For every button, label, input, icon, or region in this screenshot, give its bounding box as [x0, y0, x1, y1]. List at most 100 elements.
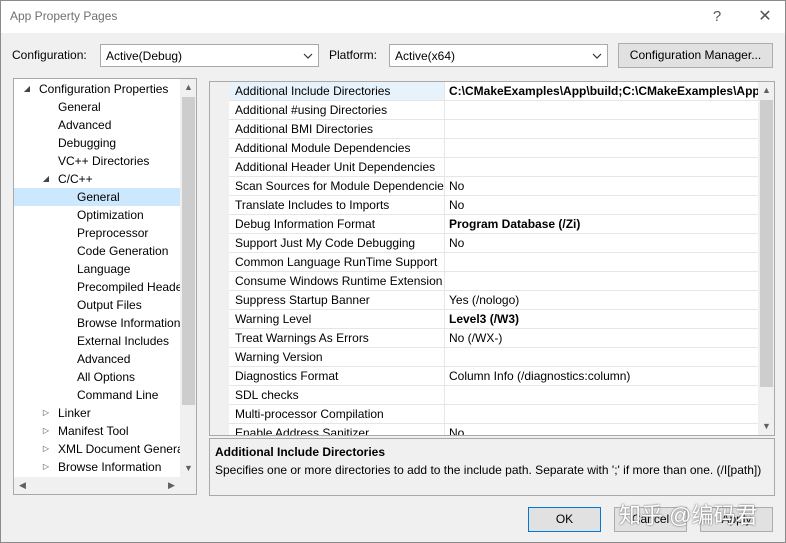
property-row[interactable]: Common Language RunTime Support [229, 253, 759, 272]
property-row[interactable]: Multi-processor Compilation [229, 405, 759, 424]
property-name: Additional BMI Directories [229, 120, 445, 138]
tree-item[interactable]: Command Line [14, 386, 181, 404]
tree-item[interactable]: Advanced [14, 350, 181, 368]
property-name: Multi-processor Compilation [229, 405, 445, 423]
property-value[interactable] [445, 386, 759, 404]
property-pages-dialog: App Property Pages ? ✕ Configuration: Ac… [0, 0, 786, 543]
property-value[interactable]: No [445, 424, 759, 435]
property-value[interactable]: Level3 (/W3) [445, 310, 759, 328]
property-row[interactable]: Additional Include Directories C:\CMakeEx… [229, 82, 759, 101]
tree-item[interactable]: Optimization [14, 206, 181, 224]
tree-item-label: General [77, 190, 120, 204]
chevron-down-icon [592, 53, 602, 59]
tree-horizontal-scrollbar[interactable]: ◀ ▶ [14, 477, 196, 494]
property-value[interactable]: Yes (/nologo) [445, 291, 759, 309]
tree-item[interactable]: General [14, 98, 181, 116]
tree-item-label: Advanced [58, 118, 112, 132]
scroll-thumb[interactable] [182, 97, 195, 405]
scroll-down-icon[interactable]: ▼ [758, 418, 774, 435]
property-name: Additional Include Directories [229, 82, 445, 100]
property-value[interactable] [445, 101, 759, 119]
tree-item[interactable]: Advanced [14, 116, 181, 134]
property-row[interactable]: Additional Module Dependencies [229, 139, 759, 158]
grid-gutter [210, 82, 229, 435]
property-value[interactable] [445, 272, 759, 290]
tree-item[interactable]: Browse Information [14, 314, 181, 332]
close-button[interactable]: ✕ [753, 6, 777, 28]
property-row[interactable]: Diagnostics Format Column Info (/diagnost… [229, 367, 759, 386]
property-value[interactable] [445, 139, 759, 157]
collapsed-arrow-icon[interactable]: ▷ [41, 458, 51, 476]
property-row[interactable]: Translate Includes to Imports No [229, 196, 759, 215]
tree-item[interactable]: ▷ Linker [14, 404, 181, 422]
property-name: Debug Information Format [229, 215, 445, 233]
property-value[interactable] [445, 120, 759, 138]
scroll-down-icon[interactable]: ▼ [180, 460, 196, 477]
tree-item-label: Debugging [58, 136, 117, 150]
scroll-up-icon[interactable]: ▲ [180, 79, 196, 96]
tree-item[interactable]: All Options [14, 368, 181, 386]
property-name: Scan Sources for Module Dependencies [229, 177, 445, 195]
property-row[interactable]: Suppress Startup Banner Yes (/nologo) [229, 291, 759, 310]
property-value[interactable] [445, 253, 759, 271]
tree-item[interactable]: Output Files [14, 296, 181, 314]
scroll-thumb[interactable] [760, 100, 773, 387]
collapsed-arrow-icon[interactable]: ▷ [41, 404, 51, 422]
tree-vertical-scrollbar[interactable]: ▲ ▼ [180, 79, 196, 477]
property-name: Warning Level [229, 310, 445, 328]
description-title: Additional Include Directories [215, 445, 386, 459]
property-value[interactable]: No (/WX-) [445, 329, 759, 347]
tree-item[interactable]: ▷ Browse Information [14, 458, 181, 476]
collapsed-arrow-icon[interactable]: ▷ [41, 422, 51, 440]
platform-dropdown[interactable]: Active(x64) [389, 44, 608, 67]
tree-item[interactable]: Precompiled Heade [14, 278, 181, 296]
property-row[interactable]: Enable Address Sanitizer No [229, 424, 759, 435]
scroll-left-icon[interactable]: ◀ [14, 477, 31, 494]
property-value[interactable]: Column Info (/diagnostics:column) [445, 367, 759, 385]
property-row[interactable]: Warning Version [229, 348, 759, 367]
property-value[interactable]: C:\CMakeExamples\App\build;C:\CMakeExamp… [445, 82, 759, 100]
property-value[interactable]: No [445, 177, 759, 195]
expanded-arrow-icon[interactable]: ◢ [22, 80, 32, 98]
configuration-dropdown[interactable]: Active(Debug) [100, 44, 319, 67]
tree-item-label: All Options [77, 370, 136, 384]
help-button[interactable]: ? [705, 6, 729, 28]
property-row[interactable]: Support Just My Code Debugging No [229, 234, 759, 253]
property-value[interactable] [445, 158, 759, 176]
tree-item[interactable]: Code Generation [14, 242, 181, 260]
tree-item[interactable]: ◢ C/C++ [14, 170, 181, 188]
tree-item[interactable]: General [14, 188, 181, 206]
property-row[interactable]: Warning Level Level3 (/W3) [229, 310, 759, 329]
property-row[interactable]: Debug Information Format Program Database… [229, 215, 759, 234]
expanded-arrow-icon[interactable]: ◢ [41, 170, 51, 188]
tree-item-label: Browse Information [77, 316, 181, 330]
property-value[interactable] [445, 348, 759, 366]
property-value[interactable] [445, 405, 759, 423]
configuration-manager-button[interactable]: Configuration Manager... [618, 43, 773, 68]
tree-item-label: Advanced [77, 352, 131, 366]
tree-item[interactable]: ◢ Configuration Properties [14, 80, 181, 98]
property-value[interactable]: Program Database (/Zi) [445, 215, 759, 233]
grid-vertical-scrollbar[interactable]: ▲ ▼ [758, 82, 774, 435]
tree-item[interactable]: VC++ Directories [14, 152, 181, 170]
property-row[interactable]: Consume Windows Runtime Extension [229, 272, 759, 291]
property-row[interactable]: Treat Warnings As Errors No (/WX-) [229, 329, 759, 348]
property-value[interactable]: No [445, 196, 759, 214]
property-row[interactable]: Scan Sources for Module Dependencies No [229, 177, 759, 196]
property-row[interactable]: Additional #using Directories [229, 101, 759, 120]
tree-item[interactable]: Language [14, 260, 181, 278]
scroll-up-icon[interactable]: ▲ [758, 82, 774, 99]
property-row[interactable]: Additional BMI Directories [229, 120, 759, 139]
ok-button[interactable]: OK [528, 507, 601, 532]
property-grid: Additional Include Directories C:\CMakeEx… [209, 81, 775, 436]
property-row[interactable]: SDL checks [229, 386, 759, 405]
property-row[interactable]: Additional Header Unit Dependencies [229, 158, 759, 177]
tree-item[interactable]: Debugging [14, 134, 181, 152]
property-value[interactable]: No [445, 234, 759, 252]
tree-item[interactable]: ▷ Manifest Tool [14, 422, 181, 440]
tree-item[interactable]: Preprocessor [14, 224, 181, 242]
collapsed-arrow-icon[interactable]: ▷ [41, 440, 51, 458]
tree-item[interactable]: ▷ XML Document Genera [14, 440, 181, 458]
scroll-right-icon[interactable]: ▶ [163, 477, 180, 494]
tree-item[interactable]: External Includes [14, 332, 181, 350]
